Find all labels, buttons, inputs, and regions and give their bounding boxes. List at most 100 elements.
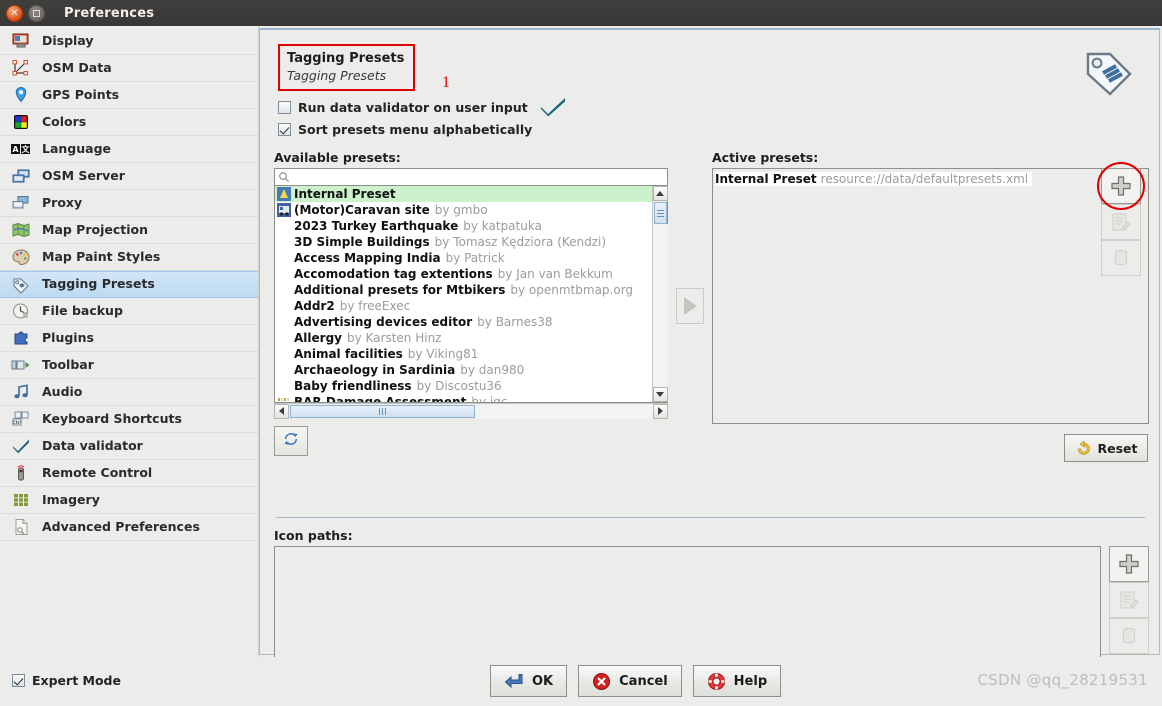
available-presets-hscrollbar[interactable]: [274, 403, 668, 419]
add-icon-path-button[interactable]: [1109, 546, 1149, 582]
preset-no-icon: [277, 379, 291, 393]
available-presets-vscrollbar[interactable]: [652, 186, 668, 402]
preset-author: by jgc: [471, 395, 508, 402]
preset-author: by katpatuka: [463, 219, 542, 233]
ok-enter-icon: [504, 672, 524, 690]
sidebar-item-map-paint-styles[interactable]: Map Paint Styles: [0, 244, 258, 271]
icon-paths-label: Icon paths:: [274, 528, 353, 543]
sidebar-item-label: Map Paint Styles: [42, 248, 161, 264]
expert-mode-checkbox[interactable]: [12, 674, 25, 687]
list-item[interactable]: 2023 Turkey Earthquake by katpatuka: [275, 218, 652, 234]
hscroll-thumb[interactable]: [290, 404, 475, 418]
sidebar-item-gps-points[interactable]: GPS Points: [0, 82, 258, 109]
preset-name: 2023 Turkey Earthquake: [294, 219, 459, 233]
sidebar-item-proxy[interactable]: Proxy: [0, 190, 258, 217]
sidebar-item-colors[interactable]: Colors: [0, 109, 258, 136]
refresh-presets-button[interactable]: [274, 426, 308, 456]
preset-bar-icon: [277, 395, 291, 402]
window-close-icon[interactable]: ✕: [6, 4, 23, 22]
available-presets-list[interactable]: Internal Preset (Motor)Caravan site by g…: [274, 185, 668, 403]
list-item[interactable]: (Motor)Caravan site by gmbo: [275, 202, 652, 218]
sidebar-item-label: Language: [42, 140, 112, 156]
sidebar-item-label: Audio: [42, 383, 83, 399]
list-item[interactable]: Addr2 by freeExec: [275, 298, 652, 314]
sidebar-item-remote-control[interactable]: Remote Control: [0, 460, 258, 487]
preset-author: by Karsten Hinz: [346, 331, 442, 345]
page-subtitle: Tagging Presets: [287, 68, 387, 83]
preset-name: Baby friendliness: [294, 379, 412, 393]
list-item[interactable]: Advertising devices editor by Barnes38: [275, 314, 652, 330]
available-presets-search[interactable]: [274, 168, 668, 186]
help-button[interactable]: Help: [692, 665, 782, 697]
list-item[interactable]: Animal facilities by Viking81: [275, 346, 652, 362]
window-maximize-icon[interactable]: [28, 4, 45, 22]
delete-icon: [1122, 627, 1136, 644]
move-to-active-button[interactable]: [676, 288, 704, 324]
list-item[interactable]: Allergy by Karsten Hinz: [275, 330, 652, 346]
add-preset-button[interactable]: [1101, 168, 1141, 204]
sidebar-item-map-projection[interactable]: Map Projection: [0, 217, 258, 244]
sidebar-item-osm-data[interactable]: OSM Data: [0, 55, 258, 82]
active-preset-path: resource://data/defaultpresets.xml: [816, 172, 1033, 186]
preset-name: BAR Damage Assessment: [294, 395, 467, 402]
scroll-up-button[interactable]: [652, 186, 668, 201]
list-item[interactable]: Accomodation tag extentions by Jan van B…: [275, 266, 652, 282]
list-item[interactable]: Internal Preset: [275, 186, 652, 202]
sidebar-item-data-validator[interactable]: Data validator: [0, 433, 258, 460]
sidebar-item-file-backup[interactable]: File backup: [0, 298, 258, 325]
delete-icon-path-button[interactable]: [1109, 618, 1149, 654]
sidebar-item-label: Tagging Presets: [42, 276, 155, 292]
help-lifering-icon: [707, 672, 726, 691]
preset-no-icon: [277, 267, 291, 281]
sidebar-item-audio[interactable]: Audio: [0, 379, 258, 406]
search-input[interactable]: [293, 170, 667, 184]
list-item[interactable]: Access Mapping India by Patrick: [275, 250, 652, 266]
imagery-icon: [10, 490, 32, 510]
edit-icon-path-button[interactable]: [1109, 582, 1149, 618]
run-validator-row: Run data validator on user input: [278, 96, 1149, 118]
list-item[interactable]: Baby friendliness by Discostu36: [275, 378, 652, 394]
scroll-right-button[interactable]: [653, 403, 668, 419]
sidebar-item-language[interactable]: A 文 Language: [0, 136, 258, 163]
sidebar-item-imagery[interactable]: Imagery: [0, 487, 258, 514]
hscroll-track[interactable]: [476, 403, 653, 419]
page-title: Tagging Presets: [287, 51, 405, 66]
sidebar-item-toolbar[interactable]: Toolbar: [0, 352, 258, 379]
run-validator-checkbox[interactable]: [278, 100, 291, 114]
ok-button[interactable]: OK: [490, 665, 568, 697]
sort-presets-checkbox[interactable]: [278, 122, 291, 136]
sidebar-item-osm-server[interactable]: OSM Server: [0, 163, 258, 190]
preset-no-icon: [277, 363, 291, 377]
list-item[interactable]: 3D Simple Buildings by Tomasz Kędziora (…: [275, 234, 652, 250]
scroll-down-button[interactable]: [652, 387, 668, 402]
window-titlebar: ✕ Preferences: [0, 0, 1162, 26]
vscroll-thumb[interactable]: [653, 202, 667, 224]
reset-button[interactable]: Reset: [1064, 434, 1148, 462]
sidebar-item-label: Remote Control: [42, 464, 153, 480]
dialog-buttons: OK Cancel Help: [490, 665, 782, 697]
sidebar-item-tagging-presets[interactable]: Tagging Presets: [0, 271, 258, 298]
preferences-sidebar: Display OSM Data GPS Points Colors A 文 L…: [0, 26, 259, 657]
edit-preset-button[interactable]: [1101, 204, 1141, 240]
sidebar-item-display[interactable]: Display: [0, 28, 258, 55]
list-item[interactable]: Internal Preset resource://data/defaultp…: [715, 171, 1146, 187]
sidebar-item-advanced-preferences[interactable]: Advanced Preferences: [0, 514, 258, 541]
scroll-left-button[interactable]: [274, 403, 289, 419]
preset-no-icon: [277, 331, 291, 345]
list-item[interactable]: Additional presets for Mtbikers by openm…: [275, 282, 652, 298]
active-presets-list[interactable]: Internal Preset resource://data/defaultp…: [712, 168, 1149, 424]
preset-internal-icon: [277, 187, 291, 201]
delete-preset-button[interactable]: [1101, 240, 1141, 276]
cancel-button[interactable]: Cancel: [578, 665, 682, 697]
sidebar-item-plugins[interactable]: Plugins: [0, 325, 258, 352]
plus-icon: [1111, 176, 1131, 196]
list-item[interactable]: BAR Damage Assessment by jgc: [275, 394, 652, 402]
list-item[interactable]: Archaeology in Sardinia by dan980: [275, 362, 652, 378]
sidebar-item-keyboard-shortcuts[interactable]: Ctrl Keyboard Shortcuts: [0, 406, 258, 433]
window-title: Preferences: [64, 5, 155, 21]
available-presets-column: Available presets: Internal Preset (Moto…: [274, 150, 668, 462]
active-presets-label: Active presets:: [712, 150, 819, 165]
keyboard-shortcuts-icon: Ctrl: [10, 409, 32, 429]
preset-name: Additional presets for Mtbikers: [294, 283, 506, 297]
vscroll-track[interactable]: [652, 224, 668, 387]
